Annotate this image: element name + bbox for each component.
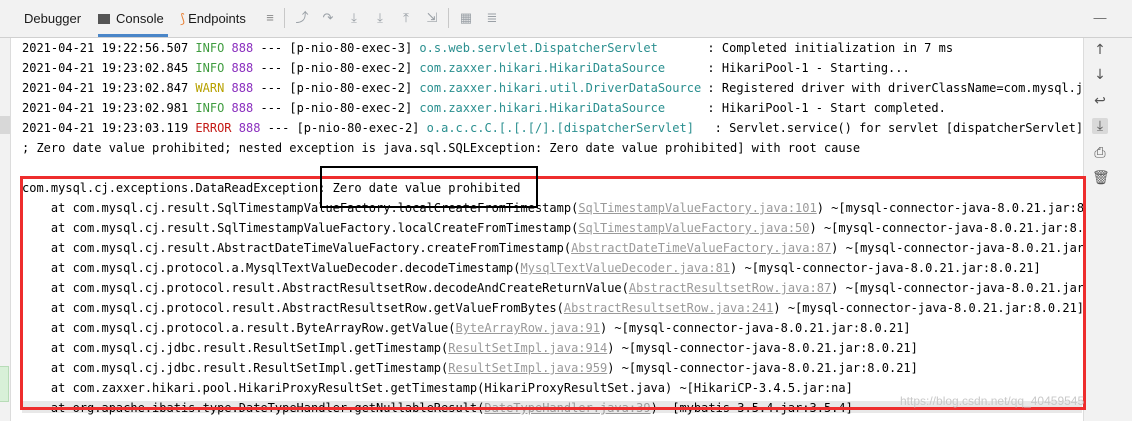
log-logger: com.zaxxer.hikari.HikariDataSource (419, 101, 666, 115)
step-out-icon[interactable]: ⤒ (398, 10, 414, 26)
evaluate-icon[interactable]: ▦ (458, 10, 474, 26)
left-gutter (0, 38, 11, 421)
tab-endpoints-label: Endpoints (188, 11, 246, 26)
down-arrow-icon[interactable]: ↓ (1092, 67, 1108, 83)
log-thread: --- [p-nio-80-exec-2] (260, 101, 413, 115)
gutter-marker (0, 116, 10, 134)
run-to-cursor-icon[interactable]: ⇲ (424, 10, 440, 26)
step-over-icon[interactable]: ↷ (320, 10, 336, 26)
log-thread: --- [p-nio-80-exec-2] (267, 121, 420, 135)
log-timestamp: 2021-04-21 19:23:02.847 (22, 81, 189, 95)
log-logger: com.zaxxer.hikari.HikariDataSource (419, 61, 666, 75)
trash-icon[interactable]: 🗑 (1092, 170, 1110, 186)
minimize-icon[interactable]: — (1092, 10, 1108, 26)
log-thread: --- [p-nio-80-exec-2] (260, 61, 413, 75)
log-level: INFO (195, 101, 225, 115)
force-step-into-icon[interactable]: ⤓ (372, 10, 388, 26)
step-into-icon[interactable]: ⤓ (346, 10, 362, 26)
log-thread: --- [p-nio-80-exec-3] (260, 41, 413, 55)
log-message: : Completed initialization in 7 ms (707, 41, 954, 55)
log-pid: 888 (231, 81, 254, 95)
tab-debugger[interactable]: Debugger (24, 0, 81, 37)
log-level: INFO (195, 41, 225, 55)
log-line: 2021-04-21 19:23:02.847 WARN 888 --- [p-… (22, 78, 1083, 98)
console-side-toolbar: ↑ ↓ ↩ ⤓ ⎙ 🗑 (1083, 38, 1132, 421)
log-timestamp: 2021-04-21 19:23:02.845 (22, 61, 189, 75)
soft-wrap-icon[interactable]: ↩ (1092, 93, 1108, 109)
print-icon[interactable]: ⎙ (1092, 145, 1108, 161)
log-line: 2021-04-21 19:23:03.119 ERROR 888 --- [p… (22, 118, 1083, 138)
log-level: ERROR (195, 121, 232, 135)
scroll-to-end-icon[interactable]: ⤓ (1092, 118, 1108, 134)
log-level: INFO (195, 61, 225, 75)
log-message: : Servlet.service() for servlet [dispatc… (714, 121, 1083, 135)
trace-icon[interactable]: ≣ (484, 10, 500, 26)
log-thread: --- [p-nio-80-exec-2] (260, 81, 413, 95)
console-icon (98, 14, 110, 24)
up-arrow-icon[interactable]: ↑ (1092, 42, 1108, 58)
tab-debugger-label: Debugger (24, 11, 82, 26)
tab-console[interactable]: Console (98, 0, 168, 37)
menu-icon[interactable]: ≡ (262, 10, 278, 26)
log-pid: 888 (231, 41, 254, 55)
log-timestamp: 2021-04-21 19:22:56.507 (22, 41, 189, 55)
log-message: : HikariPool-1 - Starting... (707, 61, 910, 75)
log-timestamp: 2021-04-21 19:23:03.119 (22, 121, 189, 135)
toolbar-separator (448, 8, 449, 28)
log-level: WARN (195, 81, 225, 95)
log-timestamp: 2021-04-21 19:23:02.981 (22, 101, 189, 115)
log-line: 2021-04-21 19:23:02.845 INFO 888 --- [p-… (22, 58, 910, 78)
log-logger: com.zaxxer.hikari.util.DriverDataSource (419, 81, 702, 95)
log-pid: 888 (231, 61, 254, 75)
log-pid: 888 (231, 101, 254, 115)
toolbar-separator (284, 8, 285, 28)
debug-toolbar: Debugger Console ⟆ Endpoints ≡ ⤴ ↷ ⤓ ⤓ ⤒ … (0, 0, 1132, 38)
log-continuation: ; Zero date value prohibited; nested exc… (22, 138, 860, 158)
watermark: https://blog.csdn.net/qq_40459545 (900, 394, 1085, 408)
log-pid: 888 (238, 121, 261, 135)
log-logger: o.a.c.c.C.[.[.[/].[dispatcherServlet] (426, 121, 694, 135)
log-message: : HikariPool-1 - Start completed. (707, 101, 946, 115)
log-line: 2021-04-21 19:22:56.507 INFO 888 --- [p-… (22, 38, 953, 58)
continuation-text: ; Zero date value prohibited; nested exc… (22, 141, 861, 155)
restore-layout-icon[interactable]: ⤴ (294, 10, 310, 26)
log-line: 2021-04-21 19:23:02.981 INFO 888 --- [p-… (22, 98, 946, 118)
endpoints-icon: ⟆ (180, 11, 186, 26)
tab-console-label: Console (116, 11, 164, 26)
tab-endpoints[interactable]: ⟆ Endpoints (180, 0, 246, 37)
log-logger: o.s.web.servlet.DispatcherServlet (419, 41, 658, 55)
log-message: : Registered driver with driverClassName… (707, 81, 1083, 95)
message-highlight-box (320, 166, 538, 208)
error-highlight-box (20, 176, 1086, 410)
gutter-indicator (0, 366, 9, 402)
